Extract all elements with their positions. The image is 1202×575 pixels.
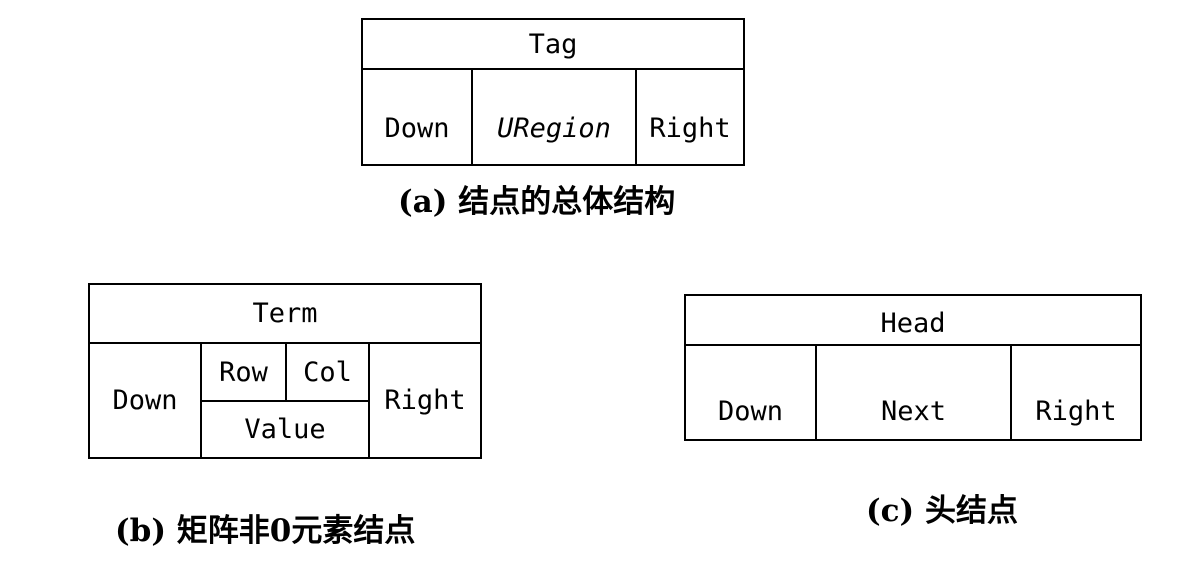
node-a-down-label: Down (384, 113, 450, 144)
node-b-right-label: Right (384, 385, 466, 416)
node-a-right-field: Right (635, 68, 745, 166)
node-b-down-field: Down (88, 342, 202, 459)
caption-a: (a) 结点的总体结构 (398, 184, 676, 220)
node-c-right-label: Right (1035, 396, 1117, 427)
node-a-tag-field: Tag (361, 18, 745, 70)
node-a-uregion-field: URegion (471, 68, 637, 166)
node-b-col-label: Col (303, 356, 352, 388)
node-c-right-field: Right (1010, 344, 1142, 441)
node-a-right-label: Right (649, 113, 731, 144)
node-b-value-label: Value (244, 414, 326, 445)
node-a-uregion-label: URegion (497, 113, 611, 144)
node-c-down-field: Down (684, 344, 817, 441)
node-c-next-label: Next (880, 396, 947, 427)
node-c-next-field: Next (815, 344, 1012, 441)
node-a-down-field: Down (361, 68, 473, 166)
node-b-value-field: Value (200, 400, 370, 459)
node-c-head-field: Head (684, 294, 1142, 346)
node-b-col-field: Col (285, 342, 370, 402)
node-b-term-label: Term (252, 298, 318, 329)
node-a-tag-label: Tag (528, 28, 578, 60)
node-b-row-label: Row (219, 356, 268, 388)
node-b-row-field: Row (200, 342, 287, 402)
node-b-term-field: Term (88, 283, 482, 344)
caption-c: (c) 头结点 (866, 493, 1019, 529)
node-b-right-field: Right (368, 342, 482, 459)
node-c-down-label: Down (717, 396, 784, 427)
caption-b: (b) 矩阵非0元素结点 (115, 513, 416, 549)
node-c-head-label: Head (880, 307, 946, 339)
node-b-down-label: Down (112, 385, 178, 416)
